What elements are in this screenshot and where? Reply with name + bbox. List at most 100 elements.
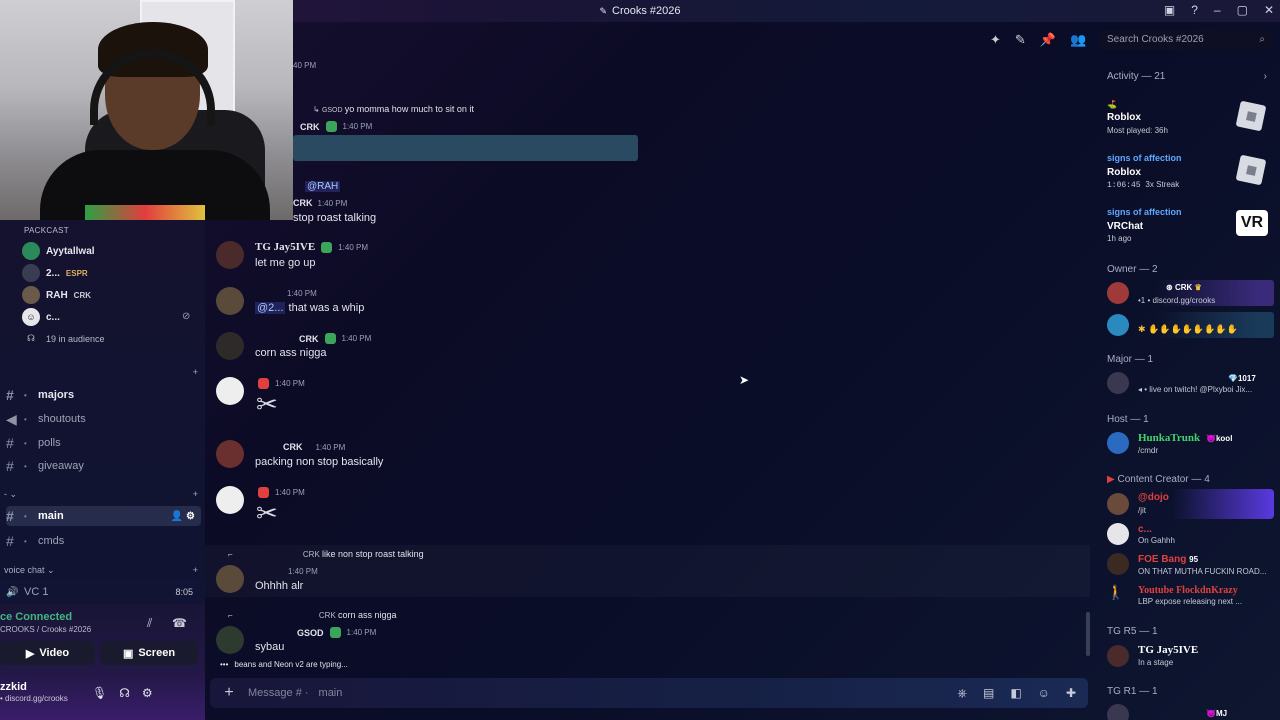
avatar[interactable] bbox=[216, 287, 244, 315]
avatar[interactable] bbox=[216, 440, 244, 468]
create-channel-icon[interactable]: + bbox=[193, 489, 198, 500]
avatar[interactable] bbox=[216, 377, 244, 405]
activity-header[interactable]: Activity — 21 › bbox=[1107, 71, 1267, 82]
voice-user[interactable]: 2... ESPR bbox=[22, 264, 88, 282]
member-name[interactable]: FOE Bang 95 bbox=[1138, 554, 1198, 565]
role-badge-icon bbox=[329, 627, 341, 638]
member-name[interactable]: Youtube FlockdnKrazy bbox=[1138, 585, 1238, 596]
emoji-icon[interactable]: ☺ bbox=[1038, 686, 1050, 701]
inbox-icon[interactable]: ▣ bbox=[1164, 3, 1175, 17]
embedded-image[interactable] bbox=[293, 135, 638, 161]
avatar[interactable] bbox=[216, 486, 244, 514]
avatar[interactable] bbox=[216, 565, 244, 593]
stage-category: PACKCAST bbox=[24, 226, 69, 235]
threads-icon[interactable]: ✦ bbox=[990, 32, 1001, 48]
avatar[interactable] bbox=[1107, 553, 1129, 575]
screen-share-button[interactable]: ▣ Screen bbox=[100, 641, 198, 665]
category-row[interactable]: - ⌄ + bbox=[4, 489, 198, 500]
mention[interactable]: @RAH bbox=[305, 181, 341, 192]
settings-gear-icon[interactable]: ⚙ bbox=[142, 686, 153, 700]
voice-channel-vc1[interactable]: 🔊 VC 1 8:05 bbox=[6, 584, 201, 600]
disconnect-icon[interactable]: ☎ bbox=[172, 616, 187, 630]
avatar[interactable] bbox=[216, 626, 244, 654]
message-input[interactable]: + Message # · main ⎈ ▤ ◧ ☺ ✚ bbox=[210, 678, 1088, 708]
member-name[interactable]: TG Jay5IVE bbox=[1138, 644, 1198, 656]
channel-main[interactable]: # • main 👤 ⚙ bbox=[6, 506, 201, 526]
message-text: Ohhhh alr bbox=[255, 580, 304, 592]
channel-cmds[interactable]: # • cmds bbox=[6, 532, 201, 550]
avatar[interactable] bbox=[1107, 523, 1129, 545]
group-header-creator: ▶ Content Creator — 4 bbox=[1107, 474, 1210, 485]
current-user-name[interactable]: zzkid bbox=[0, 681, 27, 693]
activity-user[interactable]: signs of affection bbox=[1107, 207, 1182, 217]
typing-dots-icon: ••• bbox=[220, 660, 229, 669]
voice-user[interactable]: RAH CRK bbox=[22, 286, 91, 304]
activity-game[interactable]: Roblox bbox=[1107, 112, 1141, 123]
avatar[interactable]: 🚶 bbox=[1107, 584, 1129, 606]
activity-game[interactable]: VRChat bbox=[1107, 221, 1143, 232]
attach-plus-icon[interactable]: + bbox=[210, 684, 248, 702]
noise-suppression-icon[interactable]: ⫽ bbox=[147, 616, 152, 631]
avatar[interactable] bbox=[1107, 372, 1129, 394]
notification-mute-icon[interactable]: ✎ bbox=[1015, 32, 1026, 48]
role-badge-icon bbox=[258, 487, 269, 498]
message-text: @2... that was a whip bbox=[255, 302, 365, 314]
hash-icon: # bbox=[6, 458, 14, 474]
gif-icon[interactable]: ▤ bbox=[983, 686, 994, 701]
channel-shoutouts[interactable]: ◀ • shoutouts bbox=[6, 410, 201, 428]
gift-icon[interactable]: ⎈ bbox=[957, 686, 967, 701]
input-tools: ⎈ ▤ ◧ ☺ ✚ bbox=[957, 686, 1076, 701]
search-input[interactable]: Search Crooks #2026 ⌕ bbox=[1100, 30, 1272, 50]
hash-icon: # bbox=[6, 387, 14, 403]
avatar bbox=[1107, 493, 1129, 515]
headphones-icon[interactable]: ☊ bbox=[119, 686, 130, 700]
reply-preview[interactable]: ↳ GSOD yo momma how much to sit on it bbox=[313, 104, 474, 114]
voice-user[interactable]: Ayytallwal bbox=[22, 242, 95, 260]
chat-scrollbar[interactable] bbox=[1086, 612, 1090, 656]
member-name[interactable]: HunkaTrunk bbox=[1138, 432, 1200, 444]
channel-giveaway[interactable]: # • giveaway bbox=[6, 457, 201, 475]
audience-count[interactable]: ☊ 19 in audience bbox=[22, 333, 105, 344]
maximize-icon[interactable]: ▢ bbox=[1237, 3, 1248, 17]
youtube-icon: ▶ bbox=[1107, 474, 1115, 485]
activity-sub: 1h ago bbox=[1107, 234, 1132, 243]
apps-icon[interactable]: ✚ bbox=[1066, 686, 1076, 701]
reply-preview[interactable]: ⌐ CRK like non stop roast talking bbox=[228, 549, 424, 559]
current-user-status: • discord.gg/crooks bbox=[0, 694, 68, 703]
video-button[interactable]: ▶ Video bbox=[0, 641, 95, 665]
activity-game[interactable]: Roblox bbox=[1107, 167, 1141, 178]
avatar[interactable] bbox=[1107, 704, 1129, 720]
avatar bbox=[1107, 282, 1129, 304]
avatar[interactable] bbox=[1107, 645, 1129, 667]
channel-majors[interactable]: # • majors bbox=[6, 386, 201, 404]
activity-user[interactable]: signs of affection bbox=[1107, 153, 1182, 163]
voice-user[interactable]: ☺ c... bbox=[22, 308, 60, 326]
voice-category-row[interactable]: voice chat ⌄ + bbox=[4, 565, 198, 576]
close-icon[interactable]: ✕ bbox=[1264, 3, 1274, 17]
group-header-major: Major — 1 bbox=[1107, 354, 1154, 365]
role-badge-icon bbox=[325, 121, 337, 132]
create-channel-icon[interactable]: + bbox=[193, 367, 198, 377]
reply-preview[interactable]: ⌐ CRK corn ass nigga bbox=[228, 610, 397, 620]
category-row[interactable]: + bbox=[4, 367, 198, 377]
pin-icon[interactable]: 📌 bbox=[1040, 32, 1056, 48]
message-header: TG Jay5IVE 1:40 PM bbox=[255, 241, 369, 253]
speaker-icon: 🔊 bbox=[6, 586, 19, 598]
member-name[interactable]: @dojo bbox=[1138, 492, 1169, 503]
channel-polls[interactable]: # • polls bbox=[6, 434, 201, 452]
message-header: CRK 1:40 PM bbox=[300, 121, 373, 132]
sticker-icon[interactable]: ◧ bbox=[1010, 686, 1021, 701]
member-status: ON THAT MUTHA FUCKIN ROAD... bbox=[1138, 567, 1267, 576]
create-channel-icon[interactable]: + bbox=[193, 565, 198, 576]
help-icon[interactable]: ? bbox=[1191, 3, 1198, 17]
member-list-icon[interactable]: 👥 bbox=[1070, 32, 1086, 48]
invite-settings-icons[interactable]: 👤 ⚙ bbox=[171, 511, 195, 522]
microphone-icon[interactable]: 🎙 bbox=[92, 686, 107, 700]
member-row[interactable] bbox=[1106, 489, 1274, 519]
avatar[interactable] bbox=[216, 241, 244, 269]
member-name[interactable]: c... bbox=[1138, 524, 1152, 535]
avatar[interactable] bbox=[1107, 432, 1129, 454]
avatar[interactable] bbox=[216, 332, 244, 360]
mention[interactable]: @2... bbox=[255, 302, 286, 314]
minimize-icon[interactable]: – bbox=[1214, 3, 1221, 17]
